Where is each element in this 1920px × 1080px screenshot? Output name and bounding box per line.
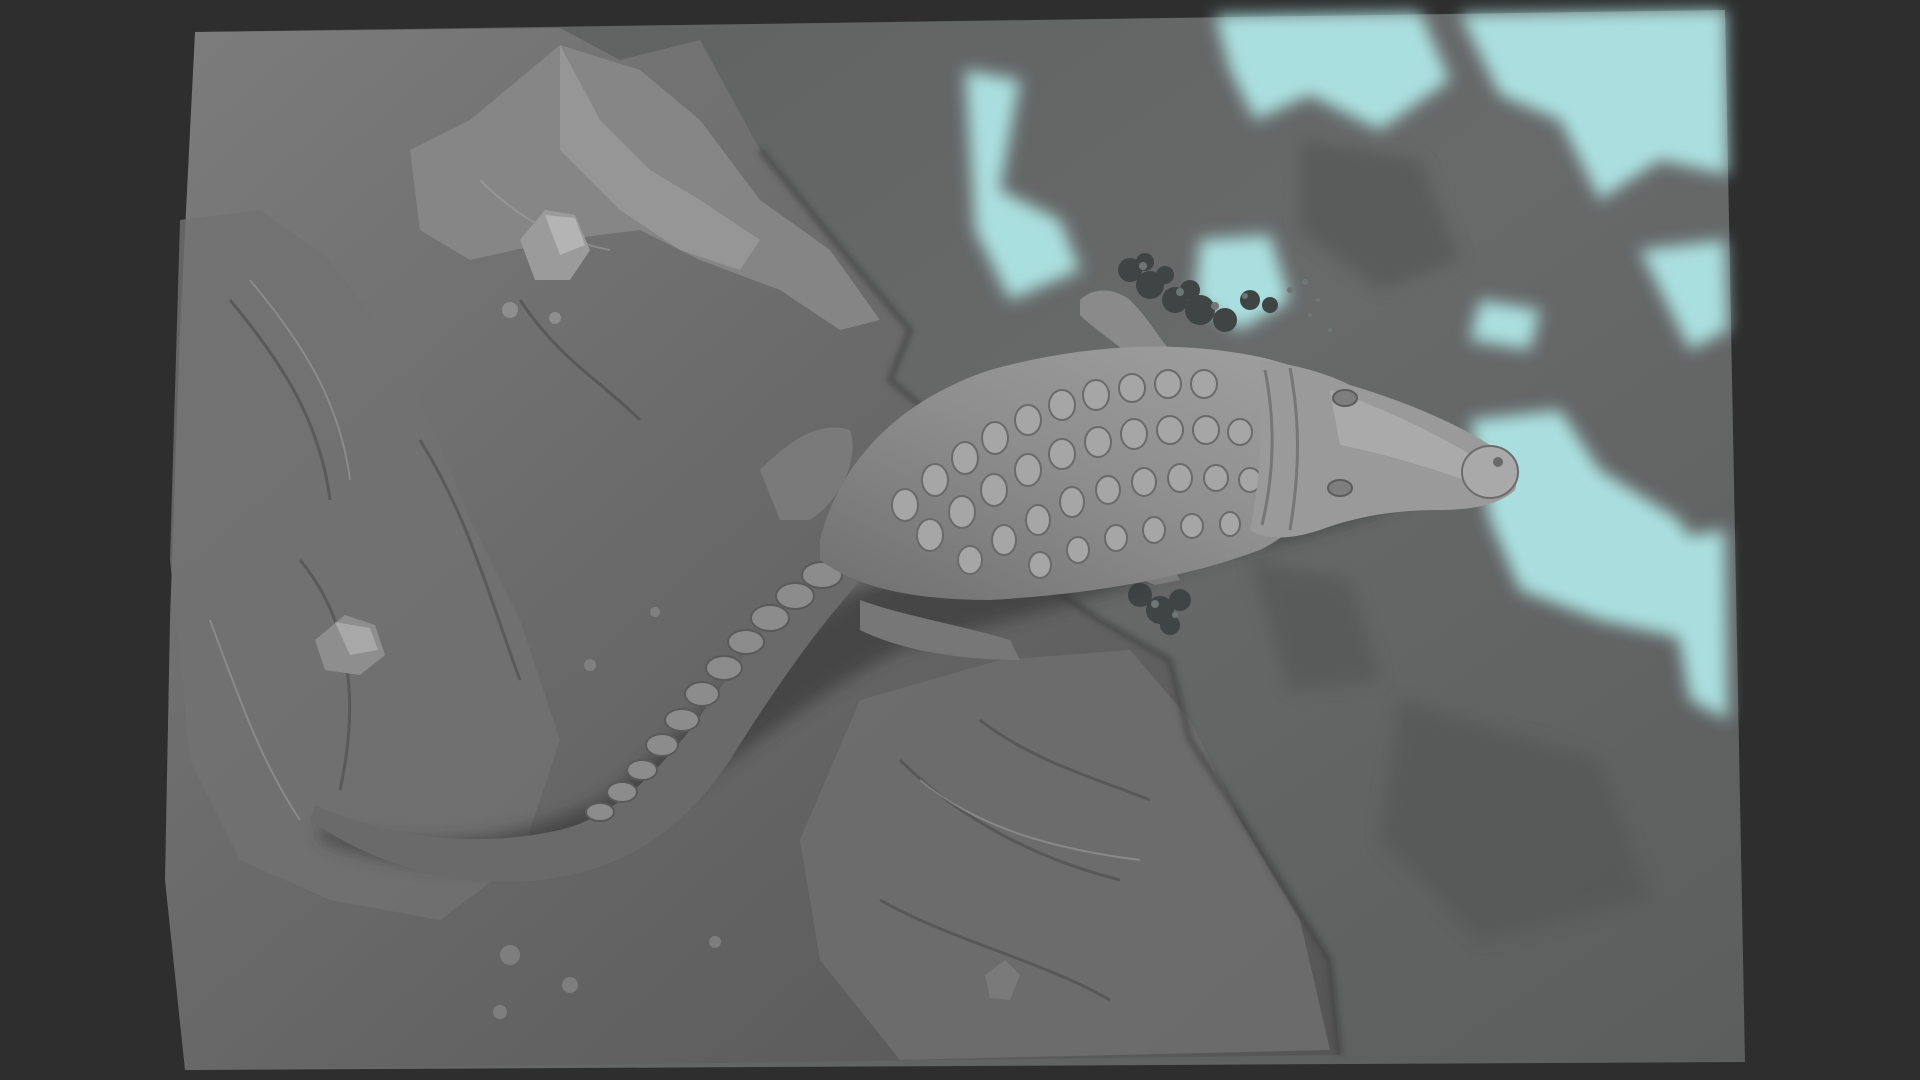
sculpt-viewport[interactable] [0, 0, 1920, 1080]
render-canvas[interactable] [0, 0, 1920, 1080]
